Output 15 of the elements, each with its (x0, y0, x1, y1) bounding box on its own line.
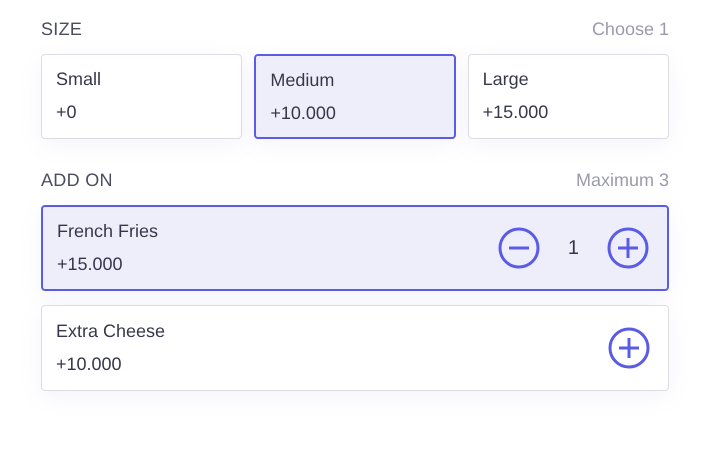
quantity-value: 1 (568, 236, 579, 260)
size-option[interactable]: Large +15.000 (468, 54, 669, 139)
section-title: SIZE (41, 18, 82, 40)
addon-name: Extra Cheese (56, 321, 166, 342)
minus-button[interactable] (498, 227, 540, 269)
size-option[interactable]: Small +0 (41, 54, 242, 139)
size-option[interactable]: Medium +10.000 (254, 54, 456, 139)
addon-name: French Fries (57, 221, 158, 242)
addon-price: +10.000 (56, 354, 123, 375)
addon-price: +15.000 (57, 254, 124, 275)
section-title: ADD ON (41, 170, 113, 190)
plus-button[interactable] (608, 327, 650, 369)
selection-rule: Choose 1 (592, 18, 669, 40)
selection-rule: Maximum 3 (576, 170, 669, 190)
plus-button[interactable] (607, 227, 649, 269)
